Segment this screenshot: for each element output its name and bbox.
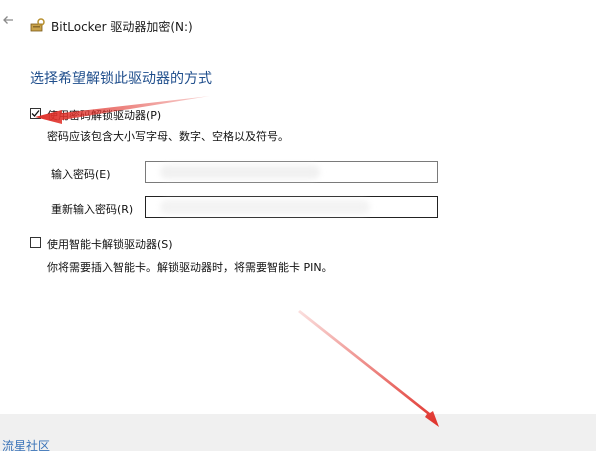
redaction-blur: [160, 165, 320, 179]
password-checkbox[interactable]: [30, 108, 41, 119]
back-arrow-icon[interactable]: [2, 14, 16, 28]
smartcard-checkbox[interactable]: [30, 237, 41, 248]
footer-bar: [0, 414, 596, 451]
page-title: 选择希望解锁此驱动器的方式: [30, 71, 212, 87]
enter-password-label: 输入密码(E): [51, 168, 111, 181]
password-hint: 密码应该包含大小写字母、数字、空格以及符号。: [47, 130, 289, 143]
annotation-arrow-bottom: [298, 310, 439, 427]
checkmark-icon: [31, 110, 40, 117]
password-option-label[interactable]: 使用密码解锁驱动器(P): [47, 107, 161, 123]
watermark: 流星社区: [2, 439, 51, 453]
redaction-blur: [160, 200, 370, 214]
window-title: BitLocker 驱动器加密(N:): [51, 20, 193, 34]
smartcard-hint: 你将需要插入智能卡。解锁驱动器时，将需要智能卡 PIN。: [47, 261, 333, 274]
reenter-password-label: 重新输入密码(R): [51, 203, 134, 216]
smartcard-option-label[interactable]: 使用智能卡解锁驱动器(S): [47, 236, 173, 252]
bitlocker-key-icon: [30, 17, 46, 32]
